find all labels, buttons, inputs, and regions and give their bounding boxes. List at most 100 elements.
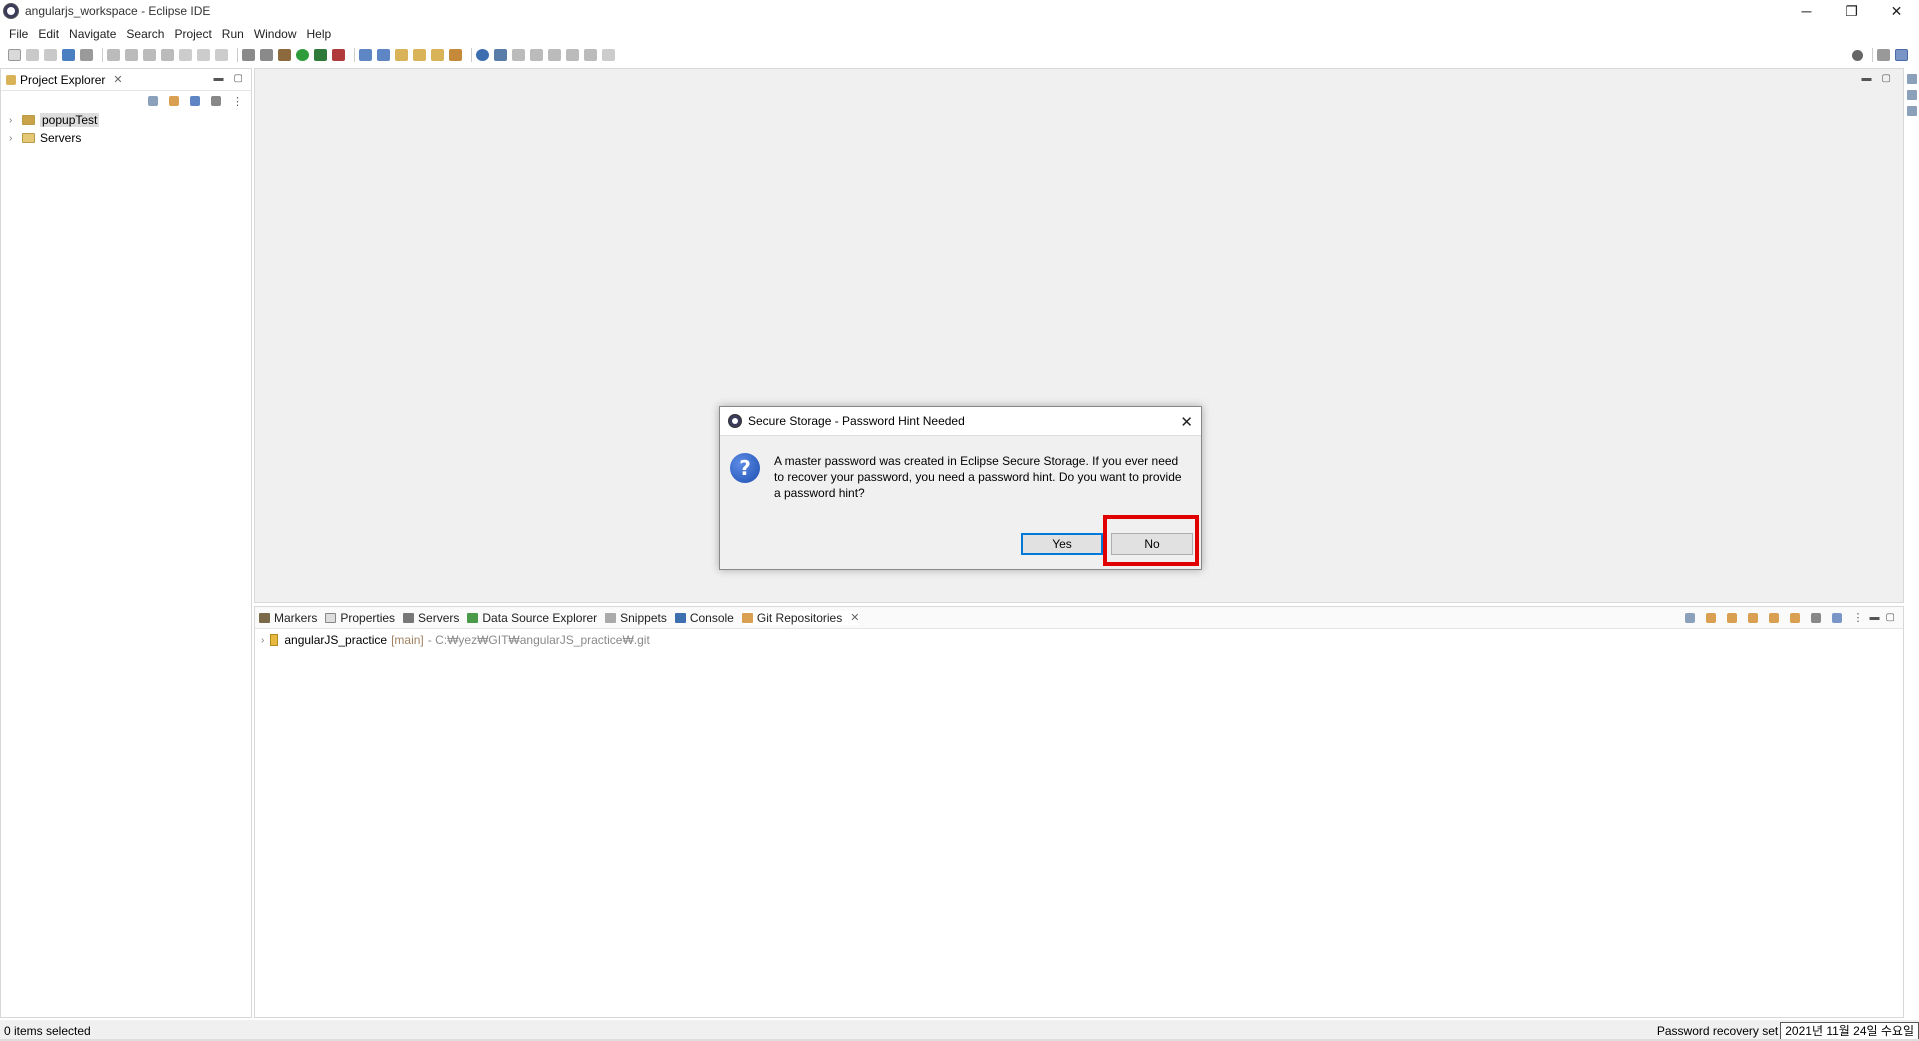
close-window-button[interactable]: ✕ (1874, 0, 1919, 22)
menu-navigate[interactable]: Navigate (64, 27, 121, 41)
tree-item-servers[interactable]: › Servers (1, 129, 251, 147)
link-icon[interactable] (1768, 612, 1779, 623)
forward-icon[interactable] (584, 49, 597, 61)
skip-breakpoints-icon[interactable] (80, 49, 93, 61)
focus-icon[interactable] (211, 96, 221, 106)
coverage-icon[interactable] (314, 49, 327, 61)
dialog-button-row: Yes No (1021, 533, 1193, 555)
chevron-right-icon[interactable]: › (261, 635, 264, 646)
new-server-icon[interactable] (359, 49, 372, 61)
step-return-icon[interactable] (215, 49, 228, 61)
menu-search[interactable]: Search (121, 27, 169, 41)
chevron-right-icon[interactable]: › (9, 133, 19, 144)
hierarchy-icon[interactable] (1810, 612, 1821, 623)
dialog-close-icon[interactable]: ✕ (1180, 413, 1193, 431)
step-over-icon[interactable] (197, 49, 210, 61)
close-icon[interactable]: ✕ (113, 73, 122, 86)
prev-annotation-icon[interactable] (530, 49, 543, 61)
web-browser-icon[interactable] (494, 49, 507, 61)
tab-snippets[interactable]: Snippets (605, 611, 667, 625)
refresh-icon[interactable] (1789, 612, 1800, 623)
tab-properties[interactable]: Properties (325, 611, 395, 625)
tree-item-popuptest[interactable]: › popupTest (1, 111, 251, 129)
terminate-icon[interactable] (143, 49, 156, 61)
last-edit-icon[interactable] (548, 49, 561, 61)
tab-markers[interactable]: Markers (259, 611, 317, 625)
eclipse-app-icon (728, 414, 742, 428)
minimize-view-icon[interactable]: ▬ (1870, 612, 1880, 623)
disconnect-icon[interactable] (161, 49, 174, 61)
menu-bar: File Edit Navigate Search Project Run Wi… (0, 24, 336, 44)
external-tools-icon[interactable] (332, 49, 345, 61)
menu-help[interactable]: Help (302, 27, 337, 41)
minimize-view-icon[interactable]: ▬ (214, 73, 224, 84)
tab-servers[interactable]: Servers (403, 611, 459, 625)
bottom-tab-bar: Markers Properties Servers Data Source E… (255, 607, 1903, 629)
git-icon (741, 612, 753, 623)
back-icon[interactable] (566, 49, 579, 61)
resume-icon[interactable] (107, 49, 120, 61)
maximize-editor-icon[interactable]: ▢ (1882, 73, 1891, 84)
globe-icon[interactable] (476, 49, 489, 61)
view-menu-icon[interactable]: ⋮ (1853, 611, 1864, 624)
open-folder-icon[interactable] (431, 49, 444, 61)
filter-icon[interactable] (190, 96, 200, 106)
open-perspective-icon[interactable] (1877, 49, 1890, 61)
publish-icon[interactable] (260, 49, 273, 61)
menu-edit[interactable]: Edit (33, 27, 64, 41)
git-repository-row[interactable]: › angularJS_practice [main] - C:₩yez₩GIT… (255, 631, 1903, 649)
dialog-title: Secure Storage - Password Hint Needed (748, 414, 965, 428)
step-into-icon[interactable] (179, 49, 192, 61)
restore-button[interactable]: ❐ (1829, 0, 1874, 22)
search-icon[interactable] (1852, 49, 1863, 61)
add-repository-icon[interactable] (1705, 612, 1716, 623)
date-tooltip: 2021년 11월 24일 수요일 (1780, 1021, 1919, 1040)
new-web-project-icon[interactable] (377, 49, 390, 61)
yes-button[interactable]: Yes (1021, 533, 1103, 555)
java-ee-perspective-icon[interactable] (1895, 49, 1908, 61)
search-pencil-icon[interactable] (449, 49, 462, 61)
toolbar-separator (102, 48, 103, 62)
toolbar-separator (237, 48, 238, 62)
open-type-icon[interactable] (395, 49, 408, 61)
task-list-icon[interactable] (1906, 106, 1917, 116)
status-bar: 0 items selected Password recovery set 2… (0, 1020, 1919, 1041)
terminal-icon[interactable] (62, 49, 75, 61)
next-annotation-icon[interactable] (512, 49, 525, 61)
suspend-icon[interactable] (125, 49, 138, 61)
tab-console[interactable]: Console (674, 611, 734, 625)
no-button[interactable]: No (1111, 533, 1193, 555)
create-repository-icon[interactable] (1747, 612, 1758, 623)
collapse-all-icon[interactable] (148, 96, 158, 106)
run-icon[interactable] (296, 49, 309, 61)
clone-repository-icon[interactable] (1726, 612, 1737, 623)
menu-window[interactable]: Window (249, 27, 302, 41)
server-icon[interactable] (242, 49, 255, 61)
menu-file[interactable]: File (4, 27, 33, 41)
debug-icon[interactable] (278, 49, 291, 61)
chevron-right-icon[interactable]: › (9, 115, 19, 126)
menu-run[interactable]: Run (217, 27, 249, 41)
minimize-button[interactable]: ─ (1784, 0, 1829, 22)
save-all-icon[interactable] (44, 49, 57, 61)
link-with-editor-icon[interactable] (169, 96, 179, 106)
tab-data-source-explorer[interactable]: Data Source Explorer (467, 611, 597, 625)
minimize-editor-icon[interactable]: ▬ (1862, 73, 1872, 84)
maximize-view-icon[interactable]: ▢ (1886, 612, 1895, 623)
restore-icon[interactable] (1906, 74, 1917, 84)
tab-git-repositories[interactable]: Git Repositories ✕ (741, 610, 860, 625)
view-menu-icon[interactable]: ⋮ (232, 95, 243, 108)
close-icon[interactable]: ✕ (850, 611, 859, 624)
save-icon[interactable] (26, 49, 39, 61)
menu-project[interactable]: Project (169, 27, 216, 41)
open-task-icon[interactable] (413, 49, 426, 61)
maximize-view-icon[interactable]: ▢ (234, 73, 243, 84)
folder-icon (22, 133, 35, 143)
compact-view-icon[interactable] (1831, 612, 1842, 623)
new-file-icon[interactable] (8, 49, 21, 61)
toolbar-separator (1872, 48, 1873, 62)
collapse-all-icon[interactable] (1684, 612, 1695, 623)
pin-editor-icon[interactable] (602, 49, 615, 61)
outline-icon[interactable] (1906, 90, 1917, 100)
repository-path: - C:₩yez₩GIT₩angularJS_practice₩.git (427, 633, 650, 647)
